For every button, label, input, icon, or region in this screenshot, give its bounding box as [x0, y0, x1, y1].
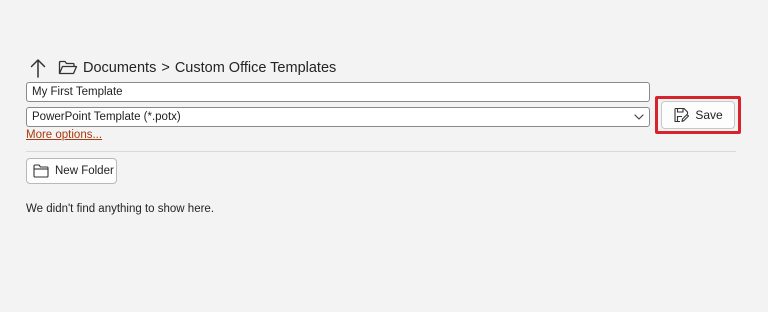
section-divider — [26, 151, 736, 152]
save-button-label: Save — [695, 108, 723, 122]
new-folder-label: New Folder — [55, 165, 114, 177]
more-options-link[interactable]: More options... — [26, 129, 102, 141]
chevron-down-icon — [632, 110, 646, 124]
breadcrumb: Documents > Custom Office Templates — [83, 60, 336, 76]
save-button[interactable]: Save — [661, 101, 735, 129]
file-type-selected-value: PowerPoint Template (*.potx) — [32, 111, 181, 123]
folder-icon — [33, 164, 49, 178]
folder-open-icon — [58, 60, 78, 76]
breadcrumb-documents[interactable]: Documents — [83, 60, 156, 76]
file-name-value: My First Template — [32, 86, 123, 98]
up-folder-button[interactable] — [27, 56, 49, 80]
arrow-up-icon — [30, 59, 46, 78]
new-folder-button[interactable]: New Folder — [26, 158, 117, 184]
file-name-input[interactable]: My First Template — [26, 82, 650, 102]
breadcrumb-custom-office-templates[interactable]: Custom Office Templates — [175, 60, 336, 76]
save-edit-icon — [674, 107, 690, 123]
empty-state-message: We didn't find anything to show here. — [26, 203, 215, 215]
breadcrumb-separator: > — [161, 60, 170, 76]
file-type-dropdown[interactable]: PowerPoint Template (*.potx) — [26, 107, 650, 127]
